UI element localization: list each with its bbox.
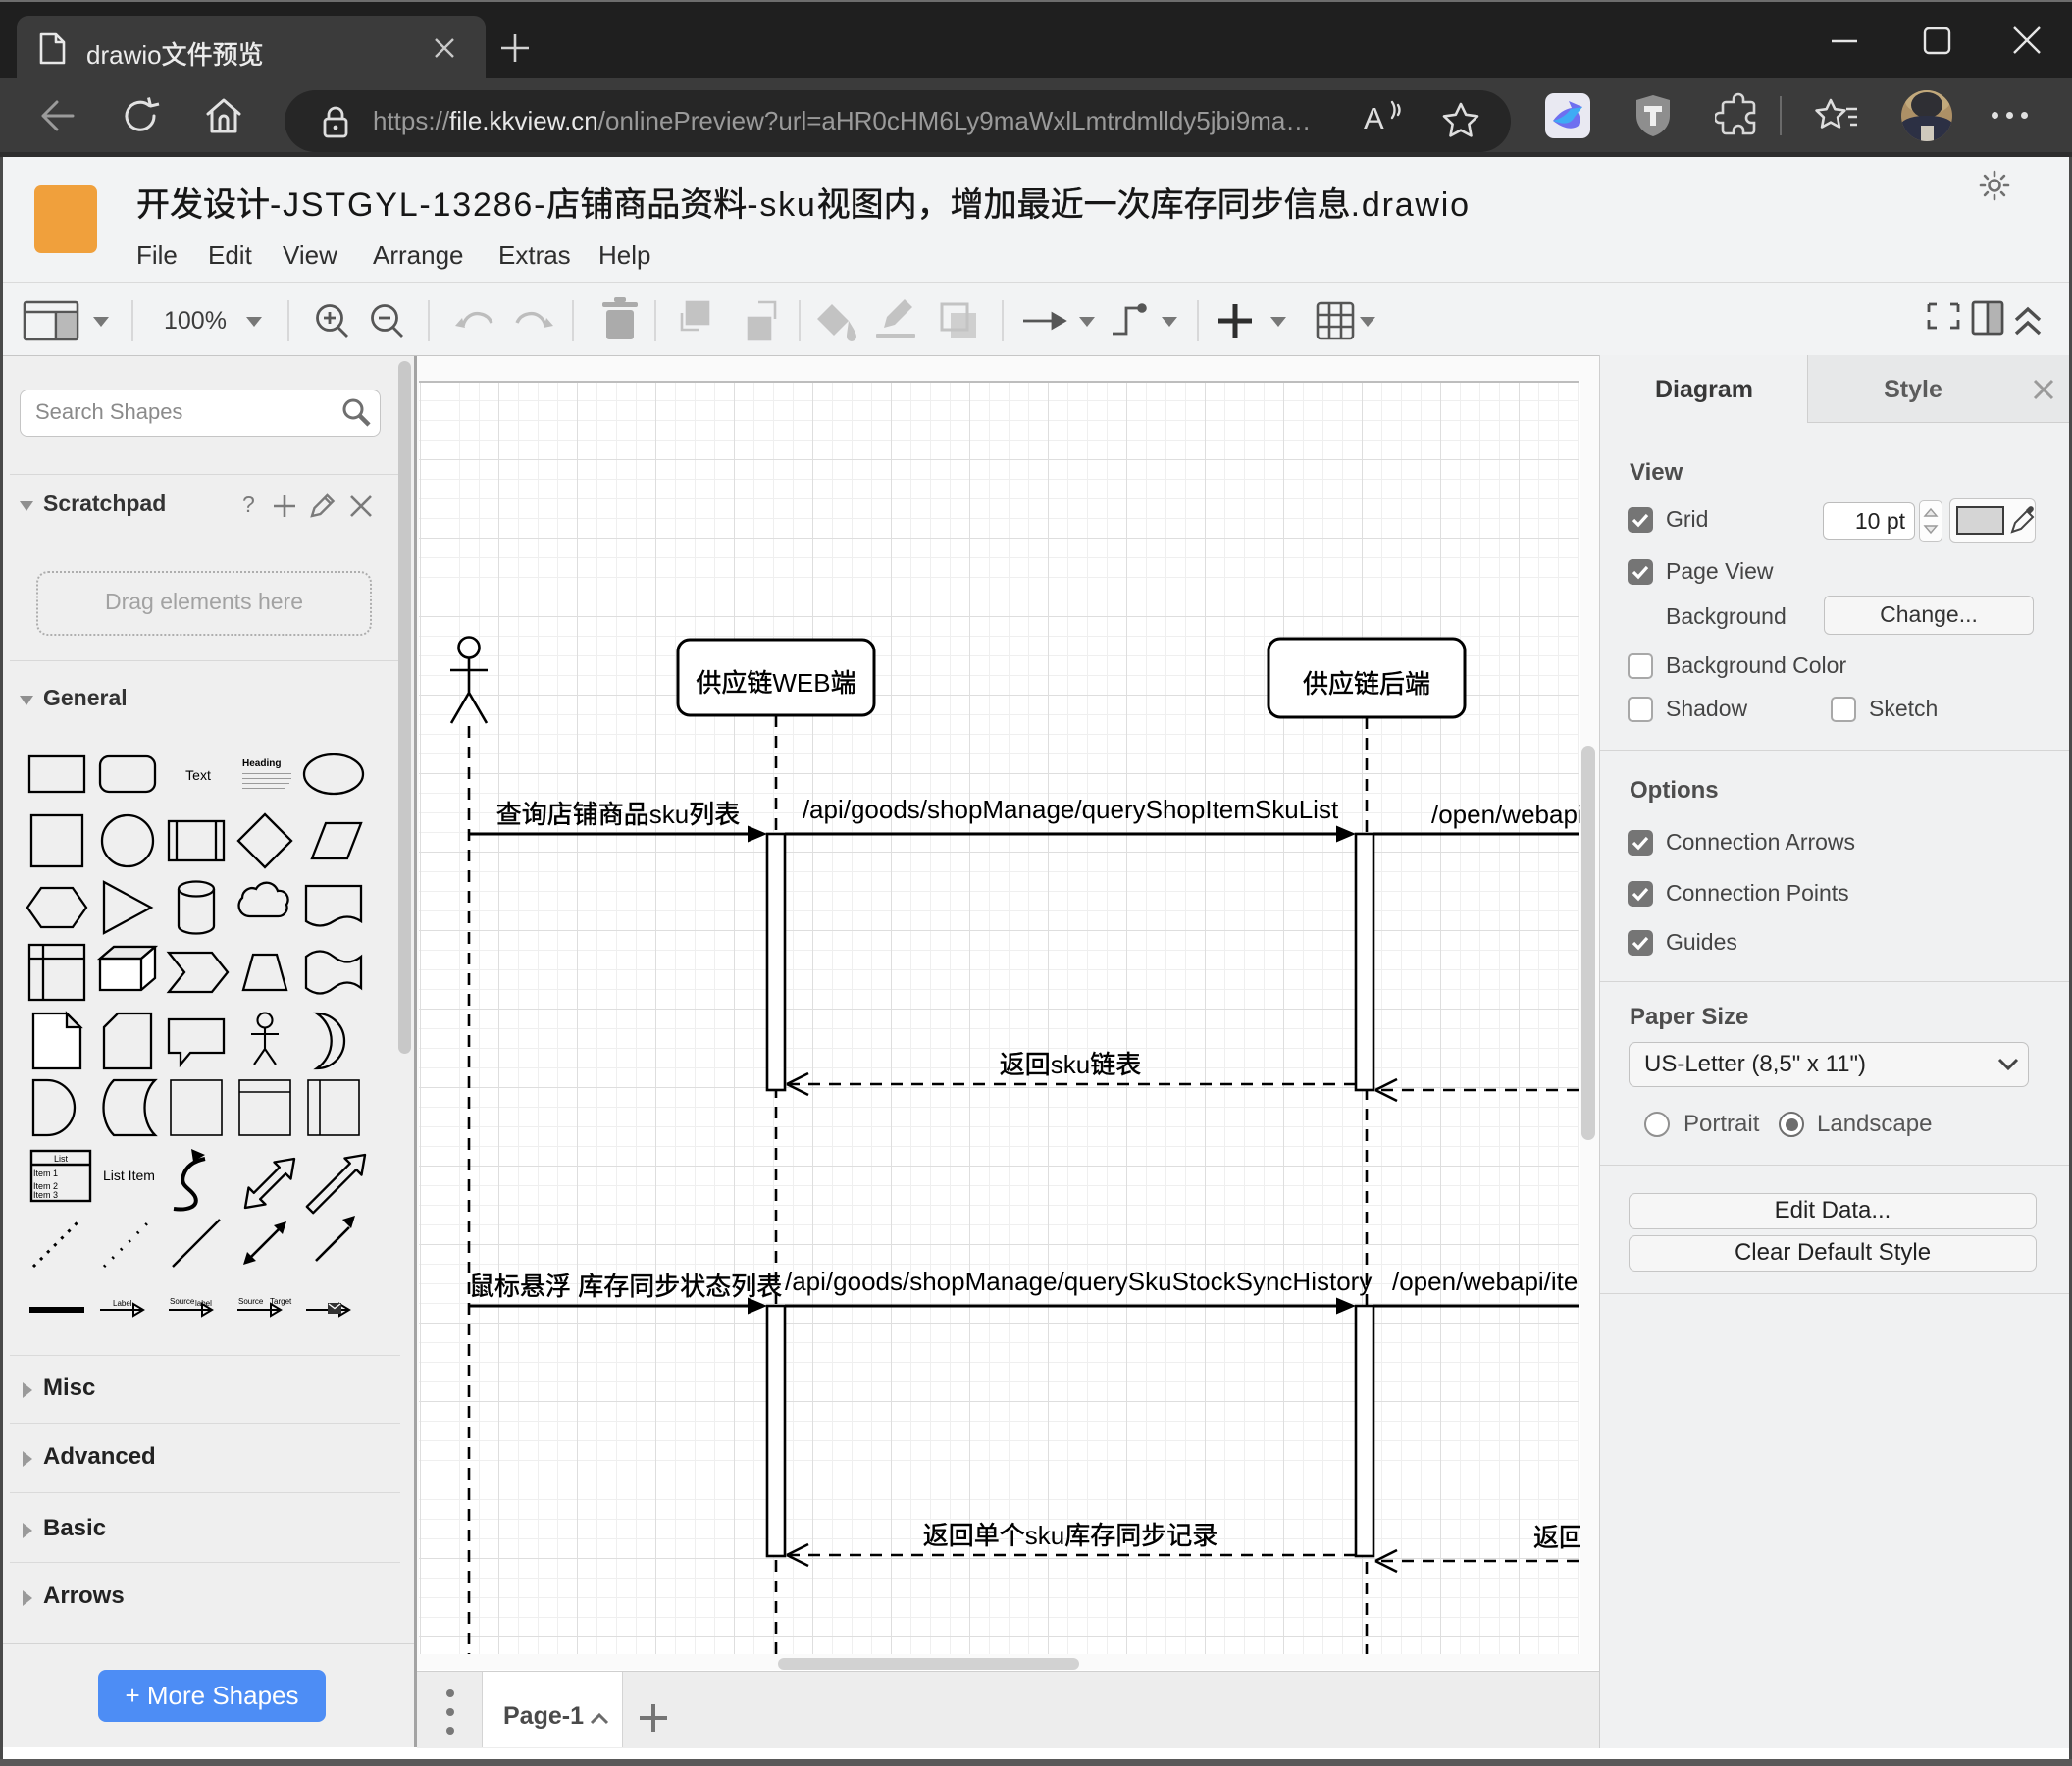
svg-text:Source: Source bbox=[238, 1297, 264, 1306]
svg-text:Item 3: Item 3 bbox=[33, 1190, 58, 1200]
svg-text:List Item: List Item bbox=[103, 1168, 155, 1183]
svg-text:Label: Label bbox=[113, 1299, 132, 1308]
svg-text:List: List bbox=[54, 1154, 69, 1164]
svg-text:Heading: Heading bbox=[242, 758, 281, 769]
svg-text:100%: 100% bbox=[164, 307, 227, 335]
svg-text:Source: Source bbox=[170, 1297, 195, 1306]
svg-text:Item 1: Item 1 bbox=[33, 1169, 58, 1178]
svg-text:Text: Text bbox=[185, 767, 211, 783]
svg-text:label: label bbox=[195, 1299, 212, 1308]
svg-text:Target: Target bbox=[270, 1297, 292, 1306]
